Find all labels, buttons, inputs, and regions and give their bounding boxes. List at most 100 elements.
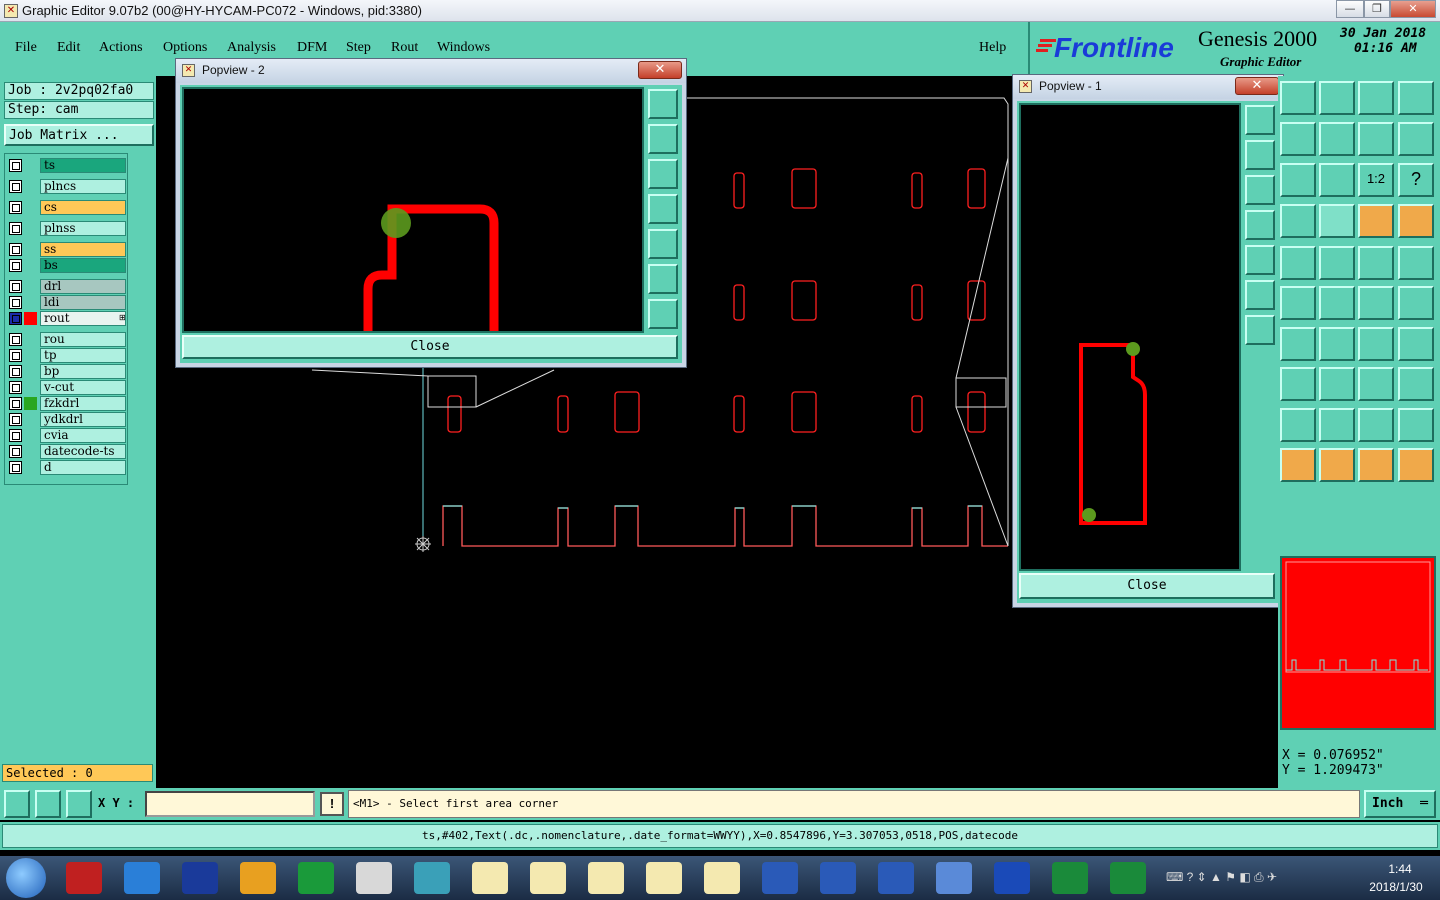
tool-snap-icon[interactable] — [1280, 367, 1316, 401]
popview-zoom-out-icon[interactable] — [1245, 280, 1275, 310]
tool-zoom-area-icon[interactable] — [1319, 163, 1355, 197]
layer-row[interactable]: bs — [7, 258, 127, 273]
popview-zoom-out-icon[interactable] — [648, 264, 678, 294]
popview-pan-down-icon[interactable] — [648, 159, 678, 189]
tool-dimension-icon[interactable] — [1358, 367, 1394, 401]
tool-import-icon[interactable] — [1280, 122, 1316, 156]
layer-checkbox[interactable] — [9, 365, 22, 378]
tool-pointer-a-icon[interactable] — [1280, 448, 1316, 482]
tool-route-icon[interactable] — [1398, 286, 1434, 320]
tool-rotate-icon[interactable] — [1398, 122, 1434, 156]
layer-checkbox[interactable] — [9, 280, 22, 293]
text-app-icon[interactable] — [936, 862, 972, 894]
popview-1-close-x-icon[interactable]: ✕ — [1235, 77, 1279, 95]
tool-window-icon[interactable] — [1398, 81, 1434, 115]
layer-name[interactable]: d — [40, 460, 126, 475]
popview-1-view[interactable] — [1019, 103, 1241, 571]
popview-fit-icon[interactable] — [648, 89, 678, 119]
tool-circle-icon[interactable] — [1398, 246, 1434, 280]
word-doc-icon[interactable] — [820, 862, 856, 894]
layer-checkbox[interactable] — [9, 429, 22, 442]
layer-row[interactable]: plnss — [7, 221, 127, 236]
tool-mirror-icon[interactable] — [1358, 122, 1394, 156]
popview-pan-up-icon[interactable] — [1245, 140, 1275, 170]
layer-checkbox[interactable] — [9, 159, 22, 172]
layer-row[interactable]: v-cut — [7, 380, 127, 395]
maximize-button[interactable]: ❐ — [1364, 0, 1390, 18]
popview-1-close-button[interactable]: Close — [1019, 573, 1275, 599]
layer-name[interactable]: ts — [40, 158, 126, 173]
layer-row[interactable]: cvia — [7, 428, 127, 443]
popview-2-view[interactable] — [182, 87, 644, 333]
tool-measure-icon[interactable] — [1280, 204, 1316, 238]
tool-triangle-c-icon[interactable] — [1358, 408, 1394, 442]
popview-fit-icon[interactable] — [1245, 105, 1275, 135]
layer-row[interactable]: d — [7, 460, 127, 475]
layer-row[interactable]: drl — [7, 279, 127, 294]
mini-map[interactable] — [1280, 556, 1436, 730]
layer-checkbox[interactable] — [9, 259, 22, 272]
tool-save-icon[interactable] — [1319, 81, 1355, 115]
tool-scale-icon[interactable]: 1:2 — [1358, 163, 1394, 197]
layer-checkbox[interactable] — [9, 349, 22, 362]
genesis-window-icon[interactable] — [646, 862, 682, 894]
layer-checkbox[interactable] — [9, 180, 22, 193]
tool-dash-icon[interactable] — [1319, 367, 1355, 401]
job-matrix-button[interactable]: Job Matrix ... — [4, 124, 154, 146]
tool-grid-icon[interactable] — [1319, 204, 1355, 238]
tool-slash-icon[interactable] — [1319, 327, 1355, 361]
layer-name[interactable]: rou — [40, 332, 126, 347]
menu-analysis[interactable]: Analysis — [227, 40, 276, 56]
layer-checkbox[interactable] — [9, 461, 22, 474]
viewer-icon[interactable] — [414, 862, 450, 894]
popview-pan-down-icon[interactable] — [1245, 175, 1275, 205]
layer-name[interactable]: ss — [40, 242, 126, 257]
tool-zoom-fit-icon[interactable] — [1280, 163, 1316, 197]
genesis-window-icon[interactable] — [530, 862, 566, 894]
close-window-button[interactable]: ✕ — [1390, 0, 1436, 18]
tool-cross-icon[interactable] — [1319, 286, 1355, 320]
layer-row[interactable]: fzkdrl — [7, 396, 127, 411]
system-tray-icons[interactable]: ⌨ ? ⇕ ▲ ⚑ ◧ ⎙ ✈ — [1166, 870, 1316, 888]
menu-edit[interactable]: Edit — [57, 40, 80, 56]
save-disk-icon[interactable] — [182, 862, 218, 894]
layer-checkbox[interactable] — [9, 312, 22, 325]
genesis-window-icon[interactable] — [472, 862, 508, 894]
excel-icon[interactable] — [1052, 862, 1088, 894]
tool-connect-icon[interactable] — [1358, 286, 1394, 320]
popview-2-close-x-icon[interactable]: ✕ — [638, 61, 682, 79]
tool-line-icon[interactable] — [1319, 246, 1355, 280]
tool-export-icon[interactable] — [1319, 122, 1355, 156]
menu-actions[interactable]: Actions — [99, 40, 143, 56]
taskbar-app-icon[interactable] — [66, 862, 102, 894]
layer-name[interactable]: tp — [40, 348, 126, 363]
layer-name[interactable]: v-cut — [40, 380, 126, 395]
snap-mode-c-icon[interactable] — [66, 790, 92, 818]
menu-step[interactable]: Step — [346, 40, 371, 56]
tool-angle-icon[interactable] — [1280, 327, 1316, 361]
tool-pointer-b-icon[interactable] — [1319, 448, 1355, 482]
layer-checkbox[interactable] — [9, 333, 22, 346]
word-doc-icon[interactable] — [878, 862, 914, 894]
menu-rout[interactable]: Rout — [391, 40, 418, 56]
layer-name[interactable]: bp — [40, 364, 126, 379]
layer-name[interactable]: drl — [40, 279, 126, 294]
menu-help[interactable]: Help — [979, 40, 1006, 56]
tool-pad-icon[interactable] — [1280, 246, 1316, 280]
tool-home-icon[interactable] — [1280, 81, 1316, 115]
layer-checkbox[interactable] — [9, 243, 22, 256]
xy-input[interactable] — [145, 791, 315, 817]
tool-arc-icon[interactable] — [1358, 327, 1394, 361]
layer-checkbox[interactable] — [9, 381, 22, 394]
tool-layer-b-icon[interactable] — [1398, 204, 1434, 238]
pdf-icon[interactable] — [356, 862, 392, 894]
tool-triangle-a-icon[interactable] — [1280, 408, 1316, 442]
snap-mode-a-icon[interactable] — [4, 790, 30, 818]
layer-row[interactable]: plncs — [7, 179, 127, 194]
minimize-button[interactable]: — — [1336, 0, 1364, 18]
menu-windows[interactable]: Windows — [437, 40, 490, 56]
layer-checkbox[interactable] — [9, 296, 22, 309]
layer-row[interactable]: tp — [7, 348, 127, 363]
units-selector[interactable]: Inch ═ — [1364, 790, 1436, 818]
tool-house-icon[interactable] — [1358, 81, 1394, 115]
